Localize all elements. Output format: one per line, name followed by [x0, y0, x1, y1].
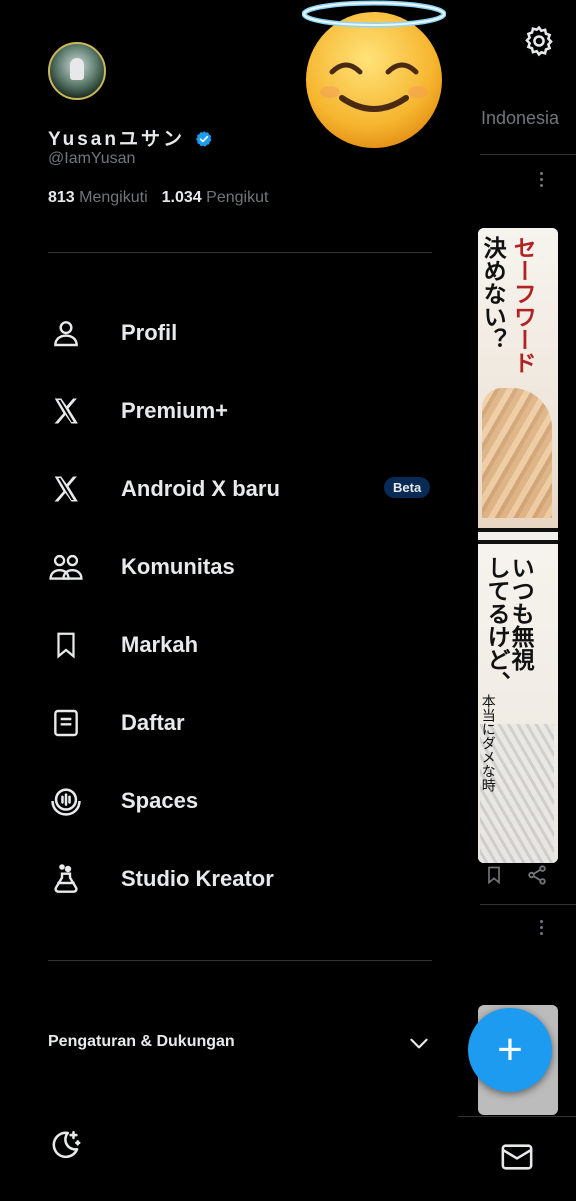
manga-text-2: いつも無視 [507, 556, 534, 671]
verified-badge-icon [196, 131, 212, 147]
divider [48, 252, 432, 253]
manga-text-4: 本当にダメな時 [479, 694, 496, 792]
drawer-menu: Profil Premium+ Android X baru Beta Komu… [0, 294, 458, 918]
chevron-down-icon [410, 1038, 428, 1049]
menu-item-label: Profil [121, 320, 178, 345]
menu-item-label: Spaces [121, 788, 199, 813]
person-icon [48, 315, 84, 351]
menu-item-label: Daftar [121, 710, 185, 735]
display-name-text: Yusanユサン [48, 129, 185, 150]
menu-item-profil[interactable]: Profil [0, 294, 458, 372]
tab-indonesia[interactable]: Indonesia [481, 108, 559, 129]
menu-item-label: Komunitas [121, 554, 235, 579]
gear-icon[interactable] [522, 24, 556, 58]
bookmark-icon[interactable] [484, 864, 504, 886]
smiling-face-with-halo-emoji [302, 0, 446, 148]
bookmark-icon [48, 627, 84, 663]
manga-panel-bottom: いつも無視 してるけど、 本当にダメな時 [478, 540, 558, 863]
menu-item-daftar[interactable]: Daftar [0, 684, 458, 762]
menu-item-markah[interactable]: Markah [0, 606, 458, 684]
compose-button[interactable]: + [468, 1008, 552, 1092]
menu-item-label: Premium+ [121, 398, 228, 423]
share-icon[interactable] [526, 864, 548, 886]
manga-text-3: してるけど、 [483, 556, 510, 694]
x-logo-icon [48, 471, 84, 507]
manga-panel-top: セーフワード 決めない？ [478, 228, 558, 532]
menu-item-komunitas[interactable]: Komunitas [0, 528, 458, 606]
display-name[interactable]: Yusanユサン [48, 124, 213, 151]
menu-item-label: Studio Kreator [121, 866, 274, 891]
settings-and-support-toggle[interactable]: Pengaturan & Dukungan [48, 1028, 432, 1058]
avatar[interactable] [48, 42, 106, 100]
post-image[interactable]: セーフワード 決めない？ いつも無視 してるけど、 本当にダメな時 [478, 228, 558, 863]
handle: @IamYusan [48, 150, 136, 167]
people-icon [48, 549, 84, 585]
post-actions [484, 864, 548, 886]
menu-item-label: Android X baru [121, 476, 280, 501]
menu-item-label: Markah [121, 632, 199, 657]
x-logo-icon [48, 393, 84, 429]
following-label: Mengikuti [79, 189, 148, 206]
moon-icon[interactable] [48, 1128, 82, 1162]
more-options-icon[interactable] [540, 920, 543, 935]
followers-label: Pengikut [206, 189, 269, 206]
flask-icon [48, 861, 84, 897]
manga-text-1: 決めない？ [479, 236, 506, 351]
followers-count: 1.034 [161, 189, 202, 206]
microphone-icon [48, 783, 84, 819]
plus-icon: + [497, 1025, 523, 1074]
followers-stat[interactable]: 1.034 Pengikut [162, 189, 269, 206]
following-stat[interactable]: 813 Mengikuti [48, 189, 148, 206]
tab-divider [480, 154, 576, 155]
following-count: 813 [48, 189, 75, 206]
post-divider [480, 904, 576, 905]
divider [48, 960, 432, 961]
manga-text-red: セーフワード [509, 236, 536, 374]
manga-hair-art [482, 388, 552, 518]
mail-icon[interactable] [500, 1142, 534, 1172]
more-options-icon[interactable] [540, 172, 543, 187]
beta-badge: Beta [384, 477, 431, 498]
menu-item-android-x-baru[interactable]: Android X baru Beta [0, 450, 458, 528]
menu-item-studio-kreator[interactable]: Studio Kreator [0, 840, 458, 918]
list-icon [48, 705, 84, 741]
follow-stats: 813 Mengikuti 1.034 Pengikut [48, 189, 268, 207]
settings-and-support-label: Pengaturan & Dukungan [48, 1033, 235, 1050]
menu-item-spaces[interactable]: Spaces [0, 762, 458, 840]
menu-item-premium[interactable]: Premium+ [0, 372, 458, 450]
